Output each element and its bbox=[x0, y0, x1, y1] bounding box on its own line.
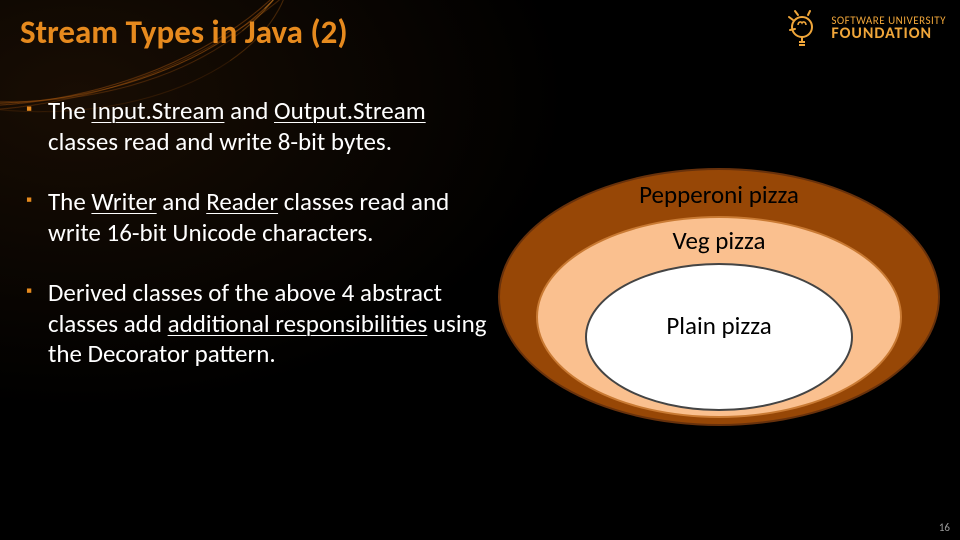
text: The bbox=[48, 186, 91, 217]
text: classes read and write 8-bit bytes. bbox=[48, 126, 392, 157]
diagram-inner-ellipse: Plain pizza bbox=[585, 263, 853, 411]
slide: Stream Types in Java (2) SOFTWARE UNIVER… bbox=[0, 0, 960, 540]
text: and bbox=[224, 95, 274, 126]
text-underlined: Input.Stream bbox=[91, 95, 224, 126]
brand-text: SOFTWARE UNIVERSITY FOUNDATION bbox=[831, 15, 946, 42]
text-underlined: Writer bbox=[91, 186, 156, 217]
text: The bbox=[48, 95, 91, 126]
diagram-inner-label: Plain pizza bbox=[666, 313, 771, 457]
text: and bbox=[157, 186, 207, 217]
lightbulb-icon bbox=[779, 6, 823, 50]
slide-title: Stream Types in Java (2) bbox=[20, 12, 348, 52]
brand-logo: SOFTWARE UNIVERSITY FOUNDATION bbox=[779, 6, 946, 50]
pizza-decorator-diagram: Pepperoni pizza Veg pizza Plain pizza bbox=[498, 168, 936, 422]
brand-line2: FOUNDATION bbox=[831, 26, 946, 42]
text-underlined: additional responsibilities bbox=[168, 308, 428, 339]
text-underlined: Reader bbox=[206, 186, 278, 217]
text-underlined: Output.Stream bbox=[274, 95, 426, 126]
bullet-item: The Writer and Reader classes read and w… bbox=[26, 187, 496, 248]
bullet-list: The Input.Stream and Output.Stream class… bbox=[26, 96, 496, 400]
bullet-item: Derived classes of the above 4 abstract … bbox=[26, 278, 496, 370]
page-number: 16 bbox=[939, 521, 950, 534]
bullet-item: The Input.Stream and Output.Stream class… bbox=[26, 96, 496, 157]
